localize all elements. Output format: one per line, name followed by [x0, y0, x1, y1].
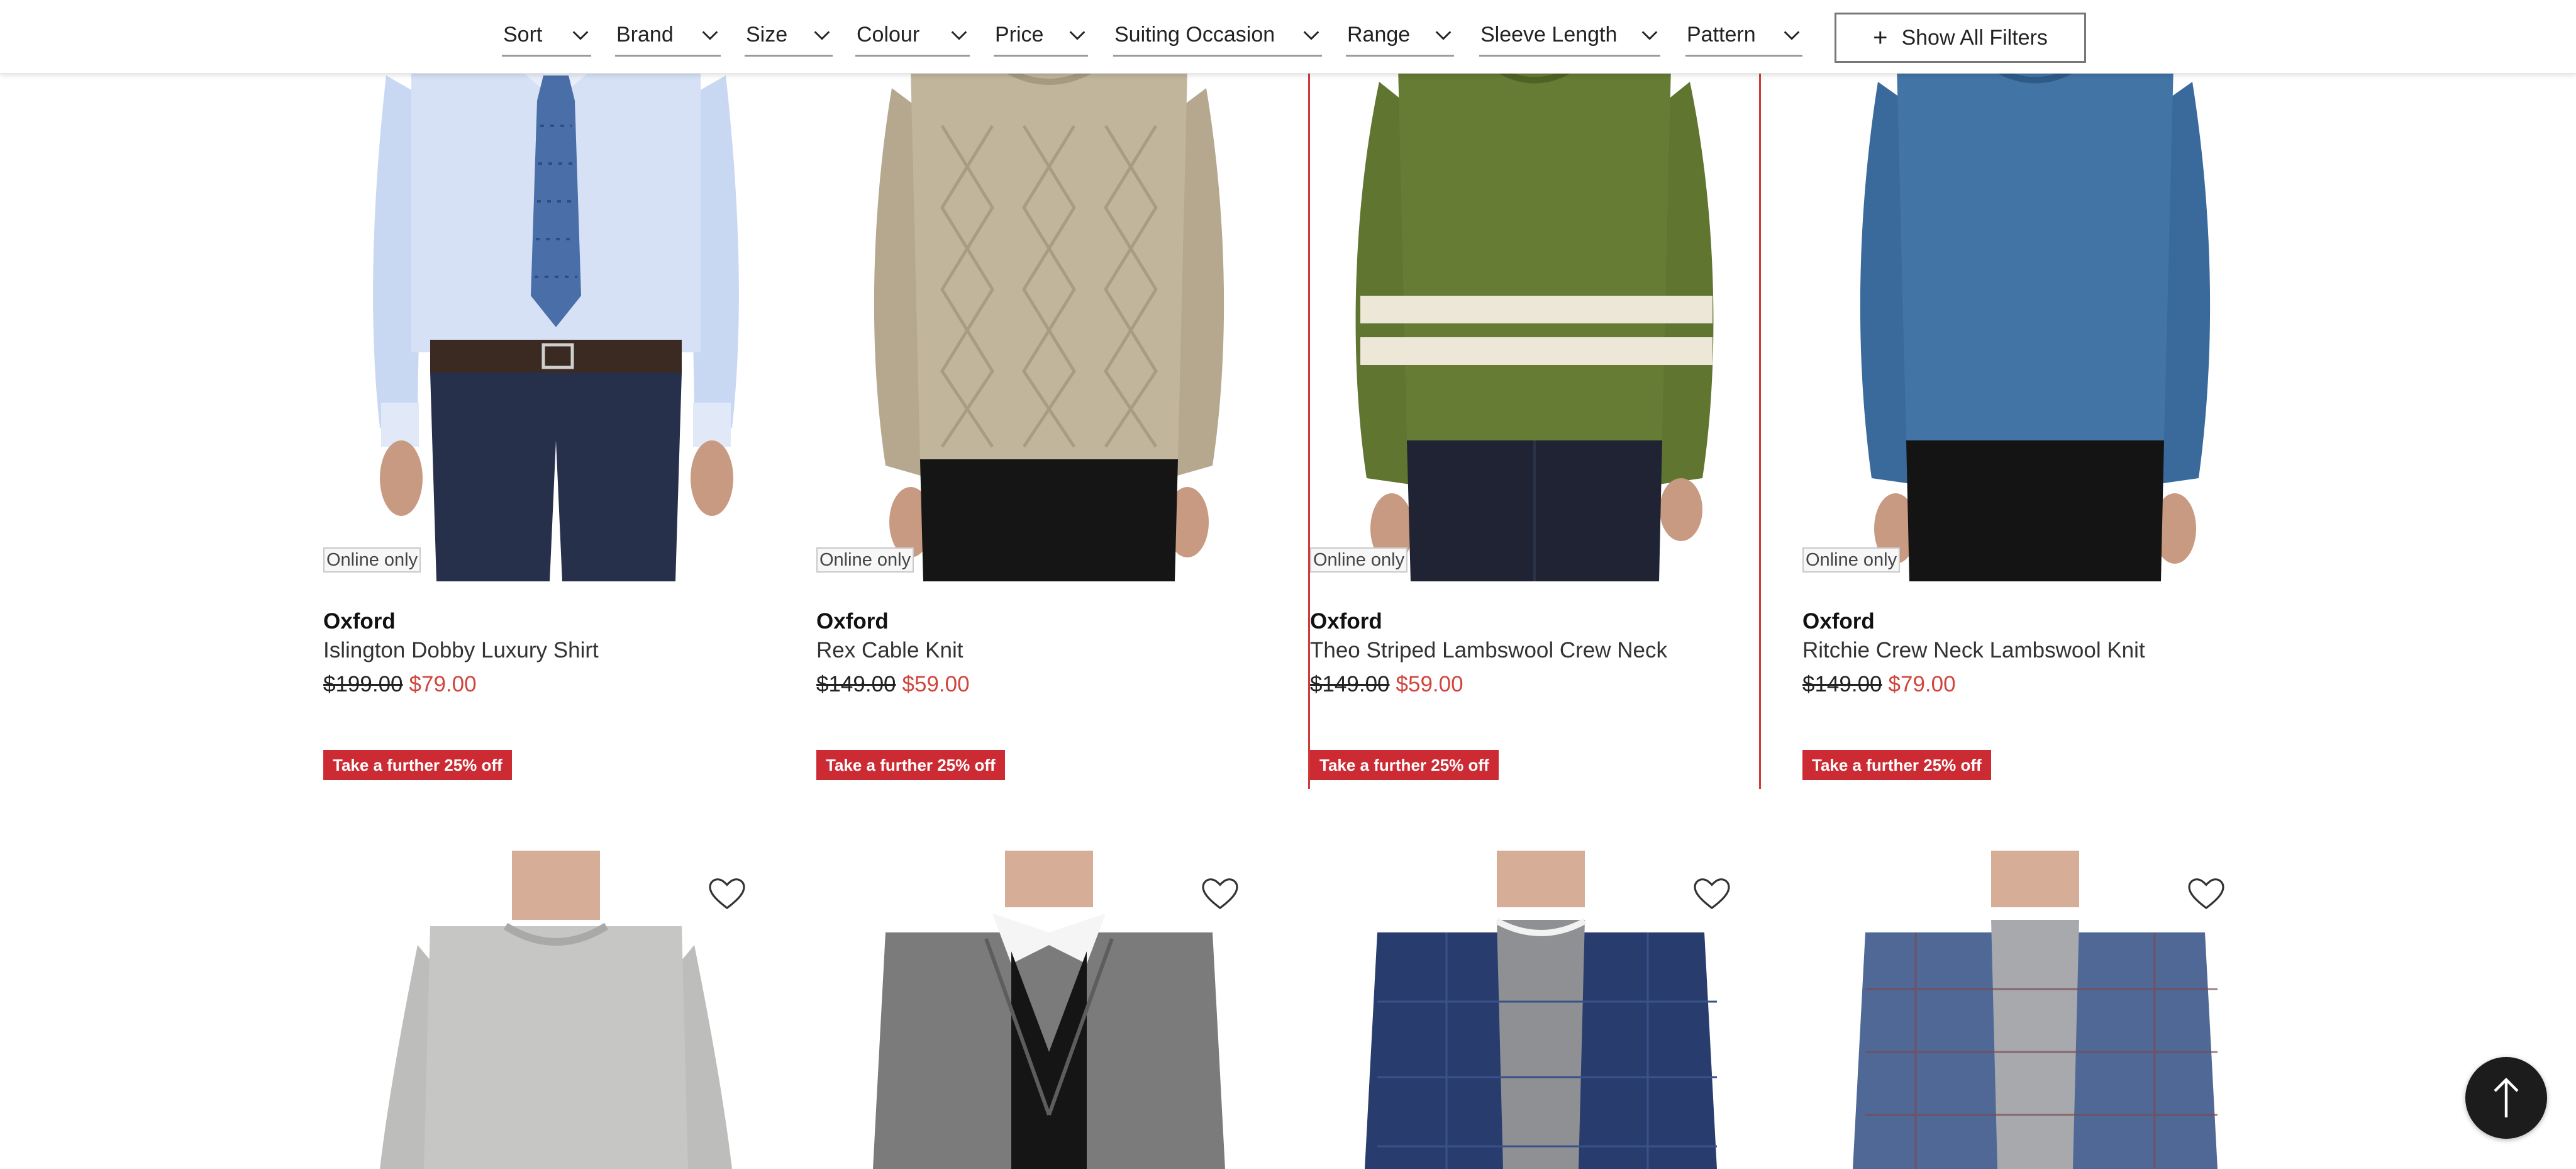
sale-price: $79.00	[409, 672, 477, 696]
wishlist-button[interactable]	[1201, 877, 1239, 911]
product-brand[interactable]: Oxford	[1310, 609, 1382, 634]
product-name[interactable]: Rex Cable Knit	[816, 638, 963, 663]
chevron-down-icon	[814, 30, 830, 40]
promo-badge: Take a further 25% off	[1802, 750, 1991, 780]
filter-price[interactable]: Price	[994, 15, 1088, 57]
online-only-badge: Online only	[1802, 547, 1901, 573]
sale-price: $59.00	[902, 672, 970, 696]
heart-icon	[1694, 878, 1730, 910]
product-card[interactable]	[1802, 851, 2268, 1169]
product-brand[interactable]: Oxford	[323, 609, 396, 634]
product-card[interactable]: Online only Oxford Ritchie Crew Neck Lam…	[1802, 0, 2268, 786]
product-card[interactable]	[816, 851, 1282, 1169]
promo-badge: Take a further 25% off	[816, 750, 1005, 780]
promo-badge: Take a further 25% off	[323, 750, 512, 780]
product-card[interactable]	[1308, 851, 1774, 1169]
chevron-down-icon	[702, 30, 718, 40]
online-only-badge: Online only	[816, 547, 914, 573]
product-card[interactable]: Online only Oxford Rex Cable Knit $149.0…	[816, 0, 1282, 786]
chevron-down-icon	[572, 30, 589, 40]
sweater-model-illustration	[1860, 63, 2211, 581]
product-card[interactable]: Online only Oxford Islington Dobby Luxur…	[323, 0, 789, 786]
filter-colour-label: Colour	[857, 23, 920, 47]
chevron-down-icon	[1069, 30, 1085, 40]
filter-size-label: Size	[746, 23, 788, 47]
chevron-down-icon	[951, 30, 967, 40]
filter-size[interactable]: Size	[745, 15, 833, 57]
heart-icon	[1202, 878, 1238, 910]
filter-brand[interactable]: Brand	[615, 15, 721, 57]
product-image[interactable]: Online only	[1310, 0, 1759, 581]
filter-colour[interactable]: Colour	[855, 15, 970, 57]
filter-pattern-label: Pattern	[1687, 23, 1756, 47]
sale-price: $79.00	[1888, 672, 1956, 696]
filter-pattern[interactable]: Pattern	[1685, 15, 1802, 57]
sale-price: $59.00	[1396, 672, 1463, 696]
original-price: $199.00	[323, 672, 403, 696]
product-name[interactable]: Islington Dobby Luxury Shirt	[323, 638, 599, 663]
product-price: $149.00 $59.00	[816, 672, 970, 697]
sweater-model-illustration	[874, 66, 1224, 581]
show-all-filters-label: Show All Filters	[1901, 25, 2048, 50]
product-card[interactable]: Online only Oxford Theo Striped Lambswoo…	[1308, 0, 1761, 789]
product-price: $149.00 $59.00	[1310, 672, 1463, 697]
product-listing-page: Sort Brand Size Colour Price Suiting Occ…	[0, 0, 2576, 1169]
product-card[interactable]	[323, 851, 789, 1169]
original-price: $149.00	[1310, 672, 1390, 696]
wishlist-button[interactable]	[708, 877, 746, 911]
online-only-badge: Online only	[323, 547, 421, 573]
product-image[interactable]: Online only	[323, 0, 789, 581]
filter-range-label: Range	[1347, 23, 1411, 47]
arrow-up-icon	[2494, 1077, 2519, 1117]
product-image[interactable]: Online only	[1802, 0, 2268, 581]
filter-sleeve-length-label: Sleeve Length	[1480, 23, 1618, 47]
online-only-badge: Online only	[1310, 547, 1408, 573]
filter-price-label: Price	[995, 23, 1044, 47]
chevron-down-icon	[1641, 30, 1658, 40]
filter-suiting-occasion[interactable]: Suiting Occasion	[1113, 15, 1322, 57]
product-brand[interactable]: Oxford	[1802, 609, 1875, 634]
filter-brand-label: Brand	[616, 23, 674, 47]
plus-icon: +	[1873, 24, 1888, 52]
heart-icon	[709, 878, 745, 910]
product-brand[interactable]: Oxford	[816, 609, 889, 634]
wishlist-button[interactable]	[1693, 877, 1731, 911]
wishlist-button[interactable]	[2187, 877, 2225, 911]
promo-badge: Take a further 25% off	[1310, 750, 1499, 780]
filter-suiting-occasion-label: Suiting Occasion	[1114, 23, 1275, 47]
scroll-to-top-button[interactable]	[2465, 1057, 2547, 1139]
chevron-down-icon	[1784, 30, 1800, 40]
heart-icon	[2188, 878, 2224, 910]
filter-sort-label: Sort	[503, 23, 543, 47]
product-image[interactable]: Online only	[816, 0, 1282, 581]
filter-sleeve-length[interactable]: Sleeve Length	[1479, 15, 1660, 57]
filter-range[interactable]: Range	[1346, 15, 1454, 57]
chevron-down-icon	[1303, 30, 1319, 40]
product-price: $149.00 $79.00	[1802, 672, 1956, 697]
product-price: $199.00 $79.00	[323, 672, 477, 697]
original-price: $149.00	[1802, 672, 1882, 696]
filter-bar: Sort Brand Size Colour Price Suiting Occ…	[0, 0, 2576, 74]
filter-sort[interactable]: Sort	[502, 15, 591, 57]
original-price: $149.00	[816, 672, 896, 696]
sweater-model-illustration	[1355, 63, 1714, 581]
product-name[interactable]: Ritchie Crew Neck Lambswool Knit	[1802, 638, 2145, 663]
product-name[interactable]: Theo Striped Lambswool Crew Neck	[1310, 638, 1667, 663]
show-all-filters-button[interactable]: + Show All Filters	[1835, 13, 2086, 63]
shirt-model-illustration	[373, 63, 739, 581]
chevron-down-icon	[1435, 30, 1452, 40]
